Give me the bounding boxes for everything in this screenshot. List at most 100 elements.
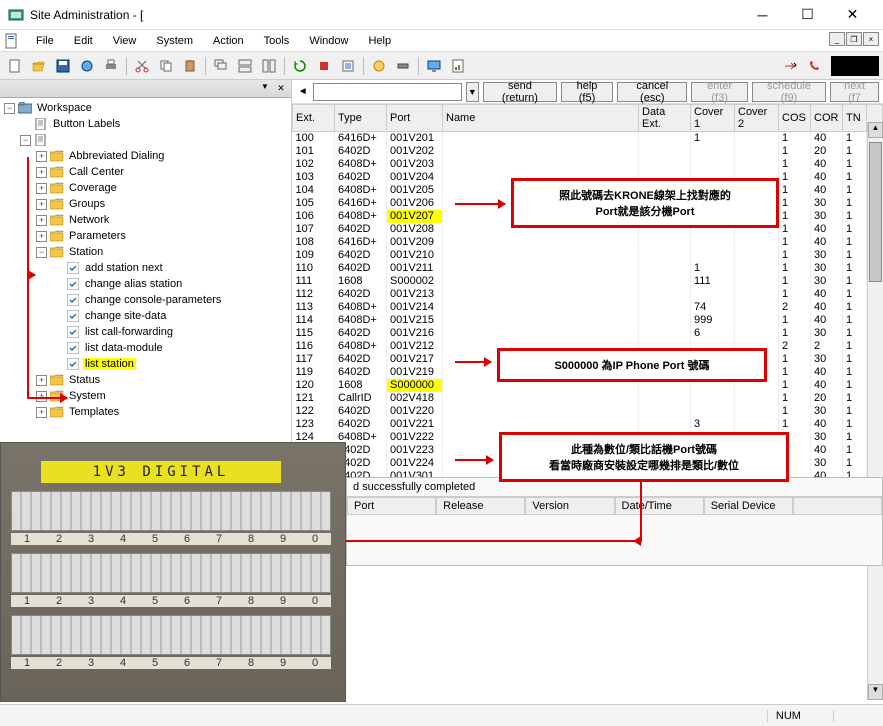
phone-x-button[interactable] [803, 55, 825, 77]
menu-window[interactable]: Window [299, 33, 358, 49]
print-button[interactable] [100, 55, 122, 77]
col-cor[interactable]: COR [811, 105, 843, 132]
schedule-button[interactable]: schedule (f9) [752, 82, 826, 102]
tree-add-station-next[interactable]: add station next [0, 260, 291, 276]
col-tn[interactable]: TN [843, 105, 867, 132]
scroll-down-icon[interactable]: ▼ [868, 684, 883, 700]
table-row[interactable]: 121CallrID002V4181201 [293, 392, 883, 405]
scroll-up-icon[interactable]: ▲ [868, 122, 883, 138]
col-cover2[interactable]: Cover 2 [735, 105, 779, 132]
mdi-close-button[interactable]: × [863, 32, 879, 46]
mdi-minimize-button[interactable]: _ [829, 32, 845, 46]
table-row[interactable]: 1226402D001V2201301 [293, 405, 883, 418]
table-row[interactable]: 1096402D001V2101301 [293, 249, 883, 262]
stop-button[interactable] [313, 55, 335, 77]
tree-templates[interactable]: +Templates [0, 404, 291, 420]
cascade-button[interactable] [210, 55, 232, 77]
help-button[interactable]: help (f5) [561, 82, 613, 102]
tree-parameters[interactable]: +Parameters [0, 228, 291, 244]
command-input[interactable] [313, 83, 461, 101]
send-button[interactable]: send (return) [483, 82, 557, 102]
refresh-button[interactable] [289, 55, 311, 77]
report-button[interactable] [447, 55, 469, 77]
table-row[interactable]: 1016402D001V2021201 [293, 145, 883, 158]
maximize-button[interactable]: ☐ [785, 0, 830, 30]
col-type[interactable]: Type [335, 105, 387, 132]
display-button[interactable] [423, 55, 445, 77]
next-button[interactable]: next (f7 [830, 82, 879, 102]
page-icon [34, 133, 48, 147]
table-row[interactable]: 1136408D+001V214742401 [293, 301, 883, 314]
col-name[interactable]: Name [443, 105, 639, 132]
tree-change-alias-station[interactable]: change alias station [0, 276, 291, 292]
result-col-release[interactable]: Release [436, 497, 525, 515]
tree-network[interactable]: +Network [0, 212, 291, 228]
result-col-datetime[interactable]: Date/Time [615, 497, 704, 515]
table-row[interactable]: 1156402D001V21661301 [293, 327, 883, 340]
table-row[interactable]: 1106402D001V21111301 [293, 262, 883, 275]
menu-tools[interactable]: Tools [254, 33, 300, 49]
tree-change-site-data[interactable]: change site-data [0, 308, 291, 324]
tree-coverage[interactable]: +Coverage [0, 180, 291, 196]
tree-station[interactable]: −Station [0, 244, 291, 260]
copy-button[interactable] [155, 55, 177, 77]
paste-button[interactable] [179, 55, 201, 77]
open-button[interactable] [28, 55, 50, 77]
col-cos[interactable]: COS [779, 105, 811, 132]
table-row[interactable]: 1086416D+001V2091401 [293, 236, 883, 249]
table-row[interactable]: 1111608S0000021111301 [293, 275, 883, 288]
tree-abbreviated-dialing[interactable]: +Abbreviated Dialing [0, 148, 291, 164]
menu-edit[interactable]: Edit [64, 33, 103, 49]
menu-system[interactable]: System [146, 33, 203, 49]
connect-button[interactable] [368, 55, 390, 77]
mdi-restore-button[interactable]: ❐ [846, 32, 862, 46]
enter-button[interactable]: enter (f3) [691, 82, 747, 102]
result-col-blank[interactable] [793, 497, 882, 515]
tree-button-labels[interactable]: Button Labels [0, 116, 291, 132]
result-col-version[interactable]: Version [525, 497, 614, 515]
arrow-x-button[interactable] [779, 55, 801, 77]
tree-list-call-forwarding[interactable]: list call-forwarding [0, 324, 291, 340]
history-back-icon[interactable]: ◄ [296, 86, 309, 97]
tree-groups[interactable]: +Groups [0, 196, 291, 212]
col-cover1[interactable]: Cover 1 [691, 105, 735, 132]
disconnect-button[interactable] [392, 55, 414, 77]
close-button[interactable]: ✕ [830, 0, 875, 30]
browse-button[interactable] [76, 55, 98, 77]
tree-call-center[interactable]: +Call Center [0, 164, 291, 180]
cancel-button[interactable]: cancel (esc) [617, 82, 687, 102]
new-button[interactable] [4, 55, 26, 77]
vertical-scrollbar[interactable]: ▲ ▼ [867, 122, 883, 700]
menu-help[interactable]: Help [358, 33, 401, 49]
save-button[interactable] [52, 55, 74, 77]
scroll-thumb[interactable] [869, 142, 882, 282]
command-dropdown-icon[interactable]: ▼ [466, 82, 479, 102]
tree-status[interactable]: +Status [0, 372, 291, 388]
tree-workspace[interactable]: −Workspace [0, 100, 291, 116]
cut-button[interactable] [131, 55, 153, 77]
result-col-serialdevice[interactable]: Serial Device [704, 497, 793, 515]
minimize-button[interactable]: ─ [740, 0, 785, 30]
tree-system[interactable]: +System [0, 388, 291, 404]
table-row[interactable]: 1236402D001V22131401 [293, 418, 883, 431]
pane-close-icon[interactable]: ✕ [275, 82, 287, 94]
log-button[interactable] [337, 55, 359, 77]
table-row[interactable]: 1126402D001V2131401 [293, 288, 883, 301]
col-dataext[interactable]: Data Ext. [639, 105, 691, 132]
tree-list-data-module[interactable]: list data-module [0, 340, 291, 356]
tile-v-button[interactable] [258, 55, 280, 77]
result-col-port[interactable]: Port [347, 497, 436, 515]
pane-dropdown-icon[interactable]: ▼ [259, 82, 271, 94]
menu-action[interactable]: Action [203, 33, 254, 49]
table-row[interactable]: 1146408D+001V2159991401 [293, 314, 883, 327]
table-row[interactable]: 1026408D+001V2031401 [293, 158, 883, 171]
tree-blank-group[interactable]: − [0, 132, 291, 148]
tile-h-button[interactable] [234, 55, 256, 77]
col-port[interactable]: Port [387, 105, 443, 132]
table-row[interactable]: 1006416D+001V20111401 [293, 132, 883, 146]
col-ext[interactable]: Ext. [293, 105, 335, 132]
tree-list-station[interactable]: list station [0, 356, 291, 372]
tree-change-console-parameters[interactable]: change console-parameters [0, 292, 291, 308]
menu-view[interactable]: View [103, 33, 147, 49]
menu-file[interactable]: File [26, 33, 64, 49]
